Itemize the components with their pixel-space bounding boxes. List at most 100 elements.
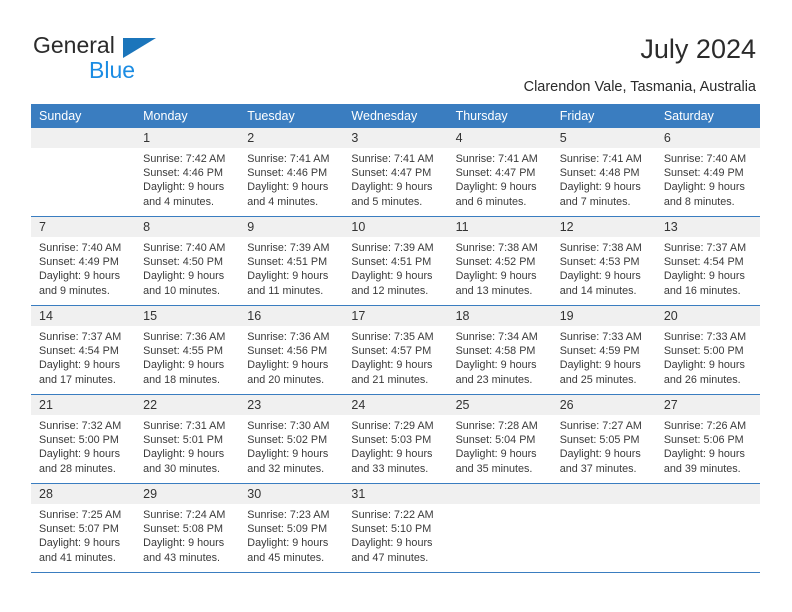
logo-triangle-icon	[123, 38, 156, 58]
sunrise-text: Sunrise: 7:38 AM	[455, 242, 538, 254]
calendar-day-cell[interactable]: 29 Sunrise: 7:24 AM Sunset: 5:08 PM Dayligh…	[135, 483, 240, 573]
day-number: 14	[31, 306, 136, 326]
sunset-text: Sunset: 4:51 PM	[247, 256, 328, 269]
sunrise-text: Sunrise: 7:38 AM	[559, 242, 642, 254]
sunset-text: Sunset: 4:49 PM	[39, 256, 119, 269]
daylight-text: Daylight: 9 hours	[559, 448, 641, 461]
sunrise-text: Sunrise: 7:24 AM	[143, 509, 226, 521]
calendar-week-row: 7 Sunrise: 7:40 AM Sunset: 4:49 PM Daylight…	[31, 216, 760, 306]
page-header: General Blue July 2024 Clarendon Vale, T…	[0, 0, 792, 100]
sunset-text: Sunset: 4:46 PM	[143, 167, 223, 180]
day-number: 3	[343, 128, 448, 148]
daylight-text: and 37 minutes.	[559, 462, 637, 475]
calendar-day-cell[interactable]: 2 Sunrise: 7:41 AM Sunset: 4:46 PM Daylight…	[239, 128, 344, 217]
sunrise-text: Sunrise: 7:25 AM	[39, 509, 122, 521]
daylight-text: and 12 minutes.	[351, 284, 429, 297]
sunset-text: Sunset: 5:01 PM	[143, 434, 223, 447]
day-number: 5	[551, 128, 656, 148]
day-number: 17	[343, 306, 448, 326]
day-number	[551, 484, 656, 504]
calendar-day-cell[interactable]: 18 Sunrise: 7:34 AM Sunset: 4:58 PM Dayligh…	[447, 305, 552, 395]
daylight-text: Daylight: 9 hours	[351, 270, 433, 283]
sunset-text: Sunset: 4:46 PM	[247, 167, 328, 180]
daylight-text: Daylight: 9 hours	[455, 359, 537, 372]
daylight-text: and 9 minutes.	[39, 284, 110, 297]
calendar-day-cell[interactable]: 16 Sunrise: 7:36 AM Sunset: 4:56 PM Dayligh…	[239, 305, 344, 395]
day-details: Sunrise: 7:38 AM Sunset: 4:53 PM Daylight:…	[552, 237, 656, 298]
calendar-day-cell[interactable]: 17 Sunrise: 7:35 AM Sunset: 4:57 PM Dayligh…	[343, 305, 448, 395]
calendar-day-cell[interactable]: 27 Sunrise: 7:26 AM Sunset: 5:06 PM Dayligh…	[655, 394, 760, 484]
day-details: Sunrise: 7:38 AM Sunset: 4:52 PM Daylight:…	[448, 237, 552, 298]
sunrise-text: Sunrise: 7:41 AM	[351, 153, 434, 165]
weekday-row: Sunday Monday Tuesday Wednesday Thursday Frid…	[31, 104, 760, 128]
logo-general-text: General	[33, 32, 115, 58]
sunrise-text: Sunrise: 7:40 AM	[143, 242, 226, 254]
calendar-day-cell[interactable]: 5 Sunrise: 7:41 AM Sunset: 4:48 PM Daylight…	[551, 128, 656, 217]
calendar-day-cell[interactable]: 28 Sunrise: 7:25 AM Sunset: 5:07 PM Dayligh…	[31, 483, 136, 573]
sunset-text: Sunset: 4:49 PM	[663, 167, 744, 180]
daylight-text: and 20 minutes.	[247, 373, 325, 386]
daylight-text: and 47 minutes.	[351, 551, 429, 564]
day-number: 4	[447, 128, 552, 148]
calendar-day-cell[interactable]: 25 Sunrise: 7:28 AM Sunset: 5:04 PM Dayligh…	[447, 394, 552, 484]
calendar-day-cell[interactable]: 14 Sunrise: 7:37 AM Sunset: 4:54 PM Dayligh…	[31, 305, 136, 395]
day-details: Sunrise: 7:37 AM Sunset: 4:54 PM Daylight:…	[656, 237, 760, 298]
day-details: Sunrise: 7:39 AM Sunset: 4:51 PM Daylight:…	[343, 237, 447, 298]
general-blue-logo[interactable]: General Blue	[33, 32, 243, 83]
calendar-header-row: Sunday Monday Tuesday Wednesday Thursday Frid…	[31, 104, 760, 128]
calendar-grid: Sunday Monday Tuesday Wednesday Thursday Frid…	[31, 104, 760, 573]
calendar-day-cell[interactable]: 24 Sunrise: 7:29 AM Sunset: 5:03 PM Dayligh…	[343, 394, 448, 484]
calendar-day-cell[interactable]: 6 Sunrise: 7:40 AM Sunset: 4:49 PM Daylight…	[655, 128, 760, 217]
daylight-text: Daylight: 9 hours	[143, 537, 225, 550]
location-subtitle: Clarendon Vale, Tasmania, Australia	[523, 79, 756, 95]
calendar-day-cell[interactable]: 21 Sunrise: 7:32 AM Sunset: 5:00 PM Dayligh…	[31, 394, 136, 484]
daylight-text: and 41 minutes.	[39, 551, 116, 564]
calendar-day-cell[interactable]: 10 Sunrise: 7:39 AM Sunset: 4:51 PM Dayligh…	[343, 216, 448, 306]
day-number: 23	[239, 395, 344, 415]
calendar-day-cell[interactable]: 15 Sunrise: 7:36 AM Sunset: 4:55 PM Dayligh…	[135, 305, 240, 395]
calendar-week-row: 21 Sunrise: 7:32 AM Sunset: 5:00 PM Dayligh…	[31, 394, 760, 484]
sunrise-text: Sunrise: 7:37 AM	[39, 331, 122, 343]
calendar-day-cell[interactable]: 7 Sunrise: 7:40 AM Sunset: 4:49 PM Daylight…	[31, 216, 136, 306]
day-details: Sunrise: 7:29 AM Sunset: 5:03 PM Daylight:…	[343, 415, 447, 476]
calendar-day-cell[interactable]: 4 Sunrise: 7:41 AM Sunset: 4:47 PM Daylight…	[447, 128, 552, 217]
sunrise-text: Sunrise: 7:42 AM	[143, 153, 226, 165]
day-number: 27	[655, 395, 760, 415]
calendar-day-cell[interactable]: 13 Sunrise: 7:37 AM Sunset: 4:54 PM Dayligh…	[655, 216, 760, 306]
weekday-header-sunday: Sunday	[31, 104, 136, 128]
daylight-text: and 26 minutes.	[663, 373, 741, 386]
weekday-header-saturday: Saturday	[655, 104, 760, 128]
day-number: 28	[31, 484, 136, 504]
calendar-day-cell[interactable]: 19 Sunrise: 7:33 AM Sunset: 4:59 PM Dayligh…	[551, 305, 656, 395]
calendar-day-cell-empty	[31, 128, 136, 217]
sunrise-text: Sunrise: 7:41 AM	[559, 153, 642, 165]
day-number: 31	[343, 484, 448, 504]
calendar-day-cell[interactable]: 9 Sunrise: 7:39 AM Sunset: 4:51 PM Daylight…	[239, 216, 344, 306]
calendar-day-cell[interactable]: 1 Sunrise: 7:42 AM Sunset: 4:46 PM Daylight…	[135, 128, 240, 217]
calendar-day-cell[interactable]: 3 Sunrise: 7:41 AM Sunset: 4:47 PM Daylight…	[343, 128, 448, 217]
sunset-text: Sunset: 4:59 PM	[559, 345, 640, 358]
sunset-text: Sunset: 4:54 PM	[39, 345, 119, 358]
daylight-text: Daylight: 9 hours	[143, 359, 225, 372]
calendar-day-cell[interactable]: 22 Sunrise: 7:31 AM Sunset: 5:01 PM Dayligh…	[135, 394, 240, 484]
sunrise-text: Sunrise: 7:40 AM	[39, 242, 122, 254]
calendar-day-cell[interactable]: 11 Sunrise: 7:38 AM Sunset: 4:52 PM Dayligh…	[447, 216, 552, 306]
calendar-day-cell[interactable]: 23 Sunrise: 7:30 AM Sunset: 5:02 PM Dayligh…	[239, 394, 344, 484]
logo-top-row: General	[33, 32, 243, 58]
calendar-day-cell[interactable]: 20 Sunrise: 7:33 AM Sunset: 5:00 PM Dayligh…	[655, 305, 760, 395]
calendar-day-cell[interactable]: 26 Sunrise: 7:27 AM Sunset: 5:05 PM Dayligh…	[551, 394, 656, 484]
sunset-text: Sunset: 4:47 PM	[455, 167, 536, 180]
daylight-text: and 8 minutes.	[663, 195, 735, 208]
day-number: 9	[239, 217, 344, 237]
day-details: Sunrise: 7:40 AM Sunset: 4:49 PM Daylight:…	[656, 148, 760, 209]
day-number: 1	[135, 128, 240, 148]
sunset-text: Sunset: 4:57 PM	[351, 345, 432, 358]
day-details: Sunrise: 7:32 AM Sunset: 5:00 PM Daylight:…	[31, 415, 135, 476]
daylight-text: and 18 minutes.	[143, 373, 220, 386]
calendar-day-cell[interactable]: 31 Sunrise: 7:22 AM Sunset: 5:10 PM Dayligh…	[343, 483, 448, 573]
daylight-text: and 25 minutes.	[559, 373, 637, 386]
day-details	[656, 504, 760, 508]
calendar-day-cell[interactable]: 8 Sunrise: 7:40 AM Sunset: 4:50 PM Daylight…	[135, 216, 240, 306]
calendar-day-cell[interactable]: 12 Sunrise: 7:38 AM Sunset: 4:53 PM Dayligh…	[551, 216, 656, 306]
calendar-day-cell[interactable]: 30 Sunrise: 7:23 AM Sunset: 5:09 PM Dayligh…	[239, 483, 344, 573]
